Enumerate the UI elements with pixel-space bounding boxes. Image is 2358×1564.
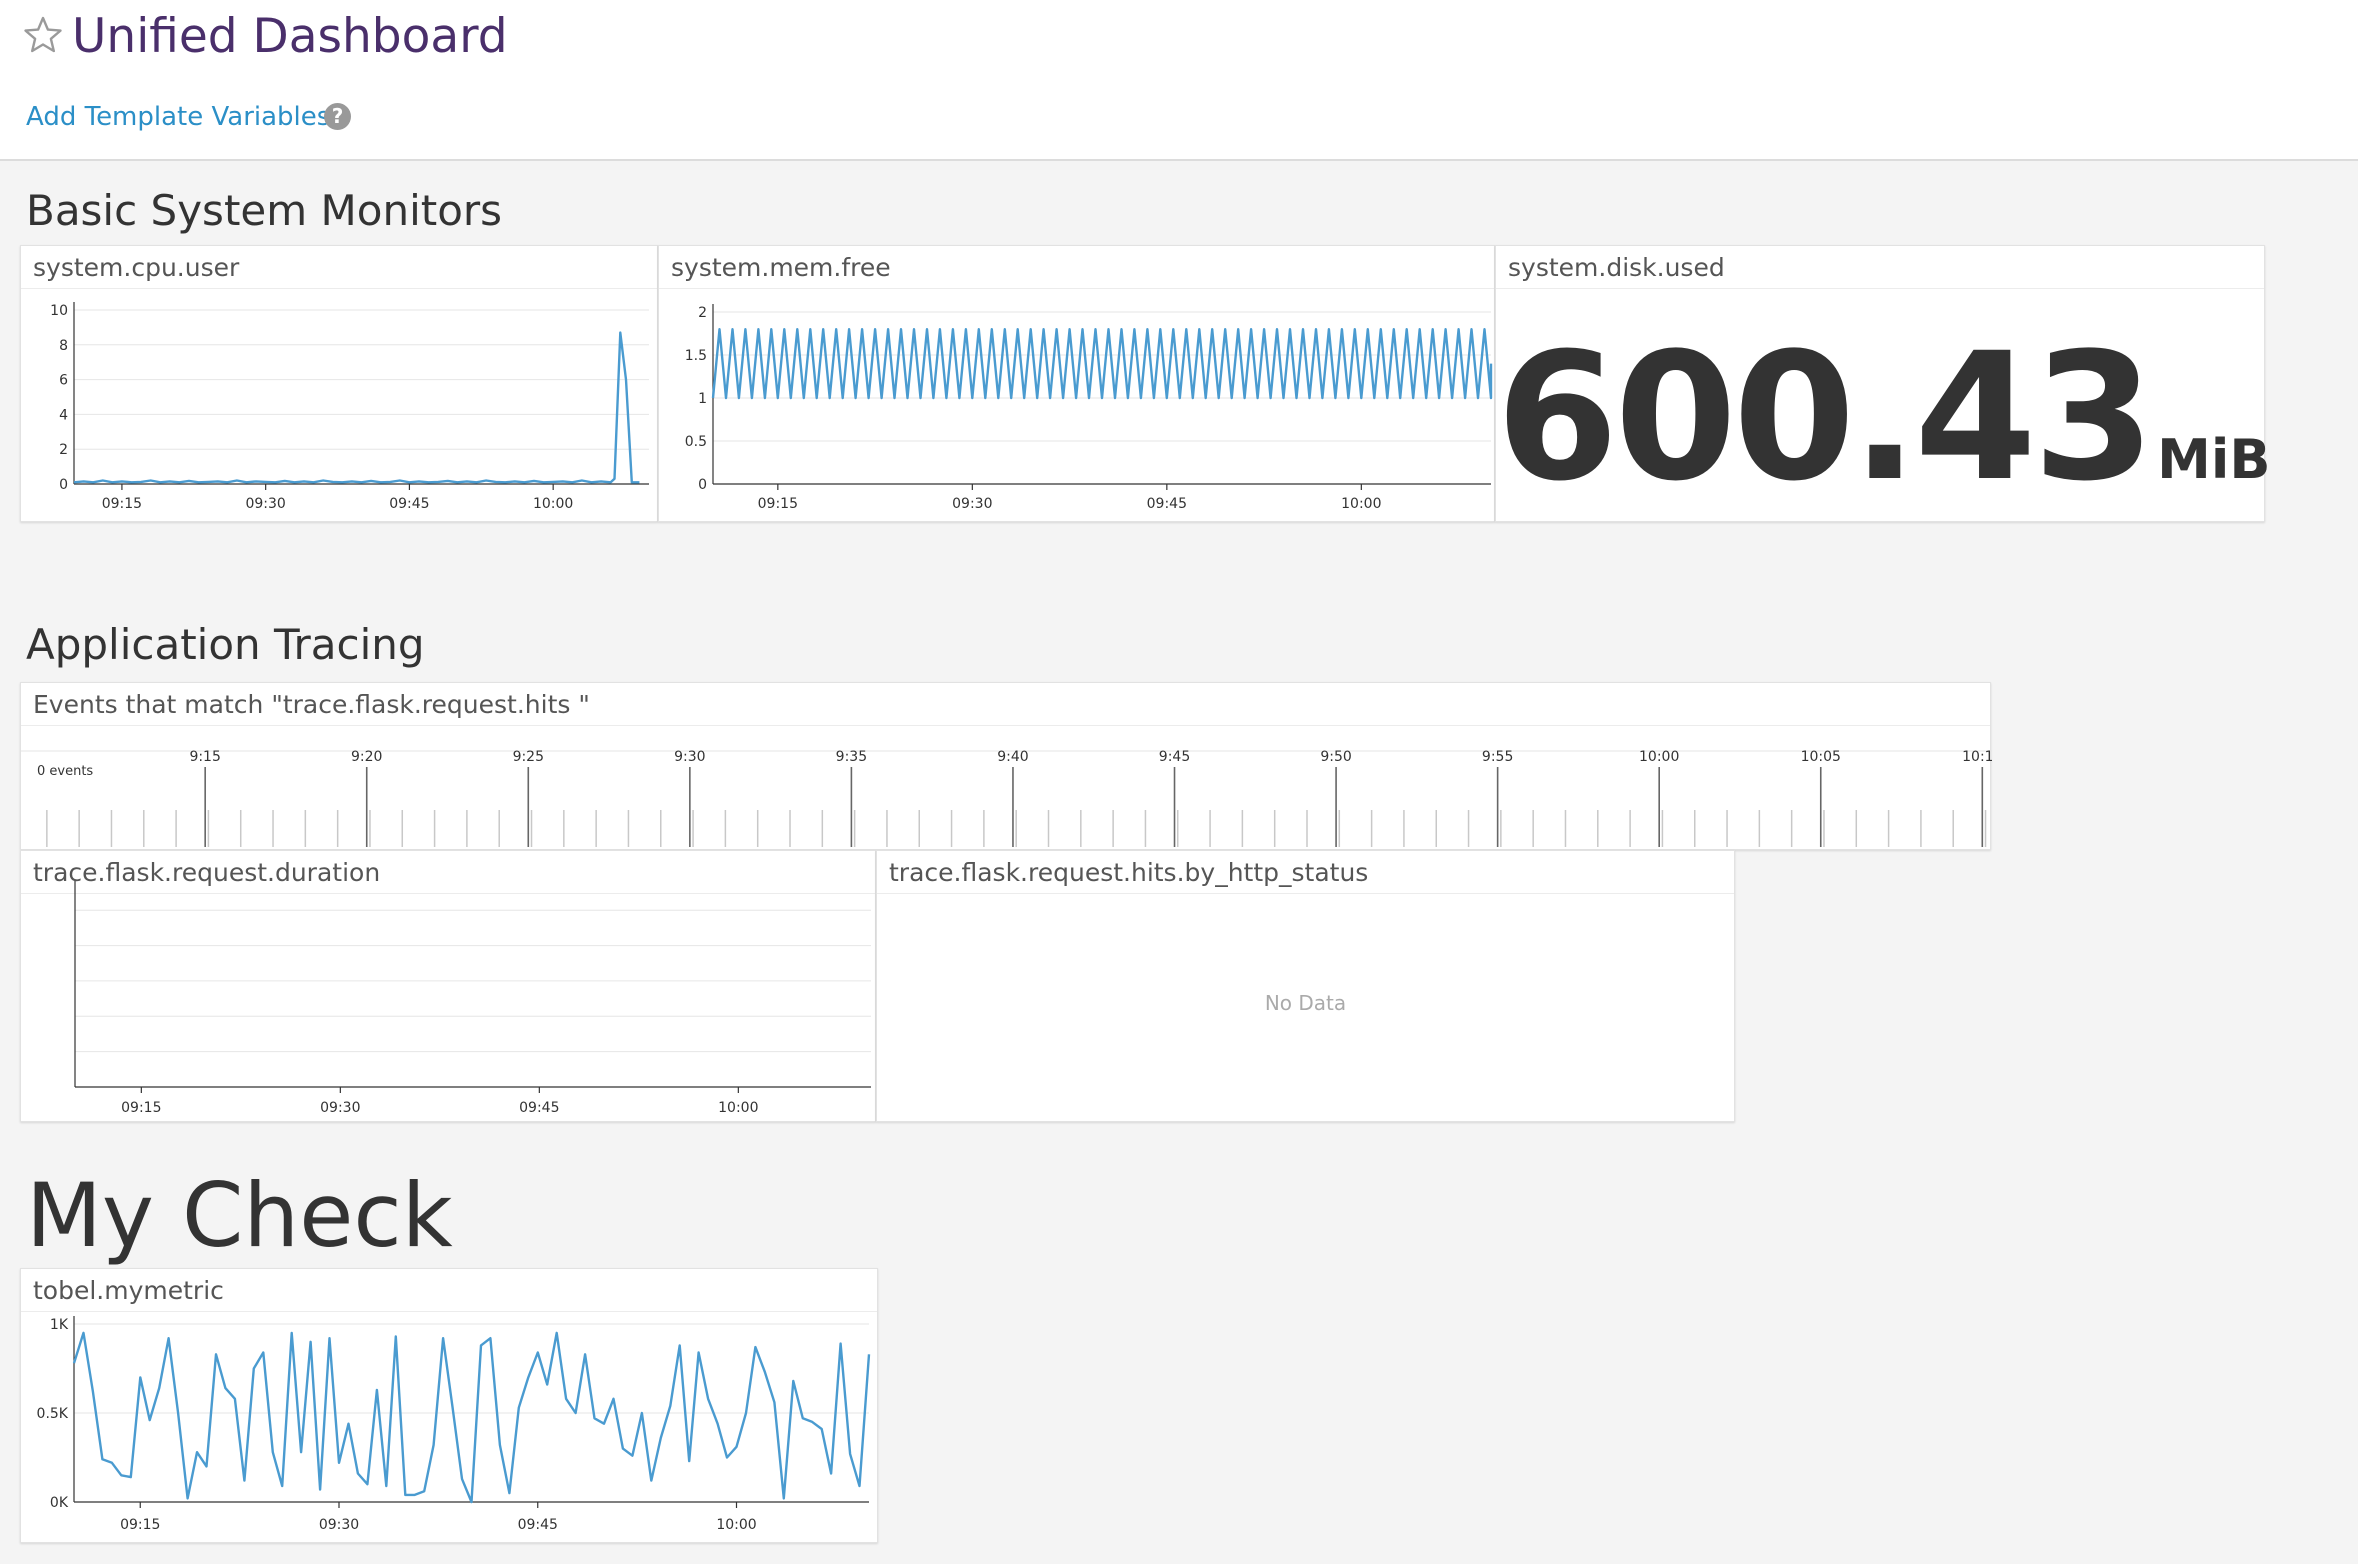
group-title-basic-system-monitors: Basic System Monitors xyxy=(26,186,503,235)
duration-line-chart: 09:15 09:30 09:45 10:00 xyxy=(74,881,871,1116)
widget-event-timeline[interactable]: Events that match "trace.flask.request.h… xyxy=(20,682,1992,850)
event-tick-label: 10:05 xyxy=(1801,749,1841,765)
y-tick-label: 0 xyxy=(59,477,68,493)
query-value: 600.43 MiB xyxy=(1496,315,2271,520)
y-tick-label: 0.5 xyxy=(685,434,707,450)
x-tick-label: 09:15 xyxy=(120,1517,160,1533)
widget-system-cpu-user[interactable]: system.cpu.user 0 2 4 6 8 10 09:15 09:30 09:45 10… xyxy=(20,245,658,522)
y-tick-label: 1.5 xyxy=(685,348,707,364)
widget-system-disk-used[interactable]: system.disk.used 600.43 MiB xyxy=(1495,245,2271,522)
x-tick-label: 09:15 xyxy=(758,496,798,512)
x-tick-label: 09:45 xyxy=(518,1517,558,1533)
x-tick-label: 10:00 xyxy=(716,1517,756,1533)
mem-line-chart: 0 0.5 1 1.5 2 09:15 09:30 09:45 10:00 xyxy=(685,304,1493,512)
event-tick-label: 9:30 xyxy=(674,749,705,765)
question-circle-icon[interactable]: ? xyxy=(324,103,351,130)
event-tick-label: 9:35 xyxy=(836,749,867,765)
series-line xyxy=(72,1331,871,1504)
x-tick-label: 09:15 xyxy=(102,496,142,512)
query-value-number: 600.43 xyxy=(1496,315,2155,520)
widget-divider xyxy=(877,893,1734,894)
event-tick-label: 9:15 xyxy=(189,749,220,765)
x-tick-label: 10:00 xyxy=(533,496,573,512)
event-tick-label: 10:00 xyxy=(1639,749,1679,765)
event-timeline-chart: 0 events 9:15 9:20 9:25 9:30 9:35 9:40 9:45 9:50… xyxy=(21,749,1992,847)
x-tick-label: 10:00 xyxy=(718,1100,758,1116)
x-tick-label: 09:30 xyxy=(245,496,285,512)
dashboard-title: Unified Dashboard xyxy=(72,9,508,64)
event-count-label: 0 events xyxy=(37,764,93,779)
y-tick-label: 0.5K xyxy=(37,1406,69,1422)
event-tick-label: 9:55 xyxy=(1482,749,1513,765)
widget-title: trace.flask.request.hits.by_http_status xyxy=(889,858,1369,887)
no-data-message: No Data xyxy=(1264,991,1347,1015)
y-tick-label: 0 xyxy=(698,477,707,493)
y-tick-label: 2 xyxy=(59,442,68,458)
y-tick-label: 1 xyxy=(698,391,707,407)
y-tick-label: 8 xyxy=(59,338,68,354)
y-tick-label: 2 xyxy=(698,305,707,321)
event-tick-label: 9:20 xyxy=(351,749,382,765)
widget-divider xyxy=(1496,288,2264,289)
star-icon[interactable] xyxy=(22,14,64,56)
query-value-unit: MiB xyxy=(2157,428,2271,491)
y-tick-label: 10 xyxy=(50,303,68,319)
series-line xyxy=(711,327,1493,400)
y-tick-label: 4 xyxy=(59,407,68,423)
group-title-application-tracing: Application Tracing xyxy=(26,620,425,669)
x-tick-label: 09:45 xyxy=(519,1100,559,1116)
mymetric-line-chart: 0K 0.5K 1K 09:15 09:30 09:45 10:00 xyxy=(37,1316,871,1533)
widget-system-mem-free[interactable]: system.mem.free 0 0.5 1 1.5 2 09:15 09:30 09:45… xyxy=(658,245,1495,522)
x-tick-label: 09:15 xyxy=(121,1100,161,1116)
event-tick-label: 10:10 xyxy=(1962,749,1992,765)
event-tick-label: 9:45 xyxy=(1159,749,1190,765)
event-tick-label: 9:25 xyxy=(513,749,544,765)
add-template-variables-link[interactable]: Add Template Variables xyxy=(26,99,330,135)
x-tick-label: 10:00 xyxy=(1341,496,1381,512)
x-tick-label: 09:30 xyxy=(320,1100,360,1116)
y-tick-label: 0K xyxy=(50,1495,69,1511)
event-tick-label: 9:50 xyxy=(1320,749,1351,765)
x-tick-label: 09:45 xyxy=(1147,496,1187,512)
dashboard-header: Unified Dashboard Add Template Variables… xyxy=(0,0,2358,161)
widget-trace-flask-request-hits-by-http-status[interactable]: trace.flask.request.hits.by_http_status … xyxy=(876,850,1735,1122)
x-tick-label: 09:30 xyxy=(952,496,992,512)
x-tick-label: 09:45 xyxy=(389,496,429,512)
widget-tobel-mymetric[interactable]: tobel.mymetric 0K 0.5K 1K 09:15 09:30 09:45 10… xyxy=(20,1268,878,1543)
series-line xyxy=(73,331,640,484)
y-tick-label: 6 xyxy=(59,373,68,389)
event-tick-label: 9:40 xyxy=(997,749,1028,765)
widget-trace-flask-request-duration[interactable]: trace.flask.request.duration 09:15 09:30 0… xyxy=(20,850,876,1122)
group-title-my-check: My Check xyxy=(26,1164,453,1267)
cpu-line-chart: 0 2 4 6 8 10 09:15 09:30 09:45 10:00 xyxy=(50,302,649,512)
widget-title: system.disk.used xyxy=(1508,253,1725,282)
y-tick-label: 1K xyxy=(50,1317,69,1333)
x-tick-label: 09:30 xyxy=(319,1517,359,1533)
